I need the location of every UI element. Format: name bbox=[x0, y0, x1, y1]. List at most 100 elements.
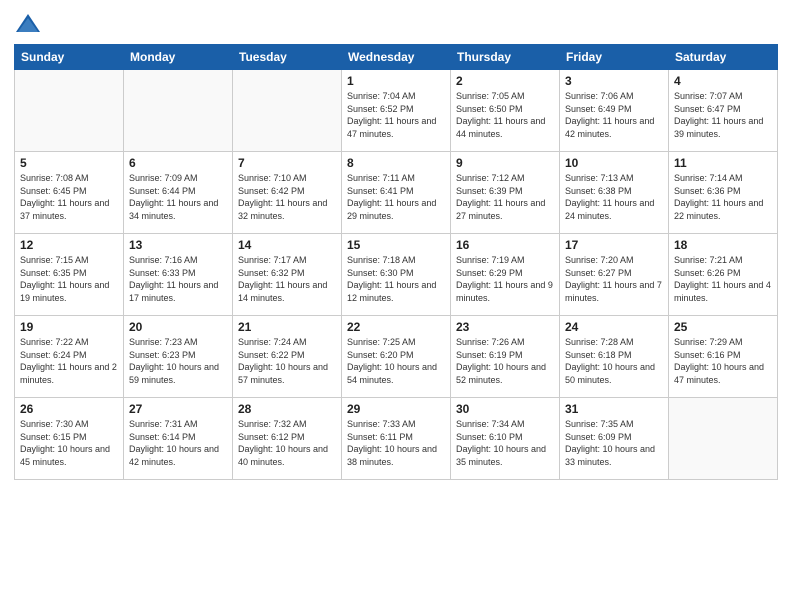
calendar-cell: 17Sunrise: 7:20 AM Sunset: 6:27 PM Dayli… bbox=[560, 234, 669, 316]
day-number: 14 bbox=[238, 238, 336, 252]
day-number: 23 bbox=[456, 320, 554, 334]
day-info: Sunrise: 7:33 AM Sunset: 6:11 PM Dayligh… bbox=[347, 418, 445, 468]
calendar-cell bbox=[124, 70, 233, 152]
calendar-cell: 24 Sunrise: 7:28 AM Sunset: 6:18 PM Dayli… bbox=[560, 316, 669, 398]
calendar-body: 1 Sunrise: 7:04 AM Sunset: 6:52 PM Daylig… bbox=[15, 70, 778, 480]
day-info: Sunrise: 7:10 AM Sunset: 6:42 PM Dayligh… bbox=[238, 172, 336, 222]
day-info: Sunrise: 7:28 AM Sunset: 6:18 PM Dayligh… bbox=[565, 336, 663, 386]
day-info: Sunrise: 7:09 AM Sunset: 6:44 PM Dayligh… bbox=[129, 172, 227, 222]
day-number: 1 bbox=[347, 74, 445, 88]
calendar-cell: 11 Sunrise: 7:14 AM Sunset: 6:36 PM Dayli… bbox=[669, 152, 778, 234]
day-number: 11 bbox=[674, 156, 772, 170]
calendar-cell bbox=[233, 70, 342, 152]
day-number: 5 bbox=[20, 156, 118, 170]
day-info: Sunrise: 7:23 AM Sunset: 6:23 PM Dayligh… bbox=[129, 336, 227, 386]
calendar-cell: 15Sunrise: 7:18 AM Sunset: 6:30 PM Dayli… bbox=[342, 234, 451, 316]
day-number: 24 bbox=[565, 320, 663, 334]
calendar-cell: 9Sunrise: 7:12 AM Sunset: 6:39 PM Daylig… bbox=[451, 152, 560, 234]
calendar-cell: 21 Sunrise: 7:24 AM Sunset: 6:22 PM Dayli… bbox=[233, 316, 342, 398]
day-number: 6 bbox=[129, 156, 227, 170]
day-info: Sunrise: 7:06 AM Sunset: 6:49 PM Dayligh… bbox=[565, 90, 663, 140]
calendar-cell: 30 Sunrise: 7:34 AM Sunset: 6:10 PM Dayli… bbox=[451, 398, 560, 480]
calendar-cell: 26 Sunrise: 7:30 AM Sunset: 6:15 PM Dayli… bbox=[15, 398, 124, 480]
day-info: Sunrise: 7:17 AM Sunset: 6:32 PM Dayligh… bbox=[238, 254, 336, 304]
week-row-2: 12 Sunrise: 7:15 AM Sunset: 6:35 PM Dayli… bbox=[15, 234, 778, 316]
day-info: Sunrise: 7:13 AM Sunset: 6:38 PM Dayligh… bbox=[565, 172, 663, 222]
day-info: Sunrise: 7:18 AM Sunset: 6:30 PM Dayligh… bbox=[347, 254, 445, 304]
calendar-cell: 10 Sunrise: 7:13 AM Sunset: 6:38 PM Dayli… bbox=[560, 152, 669, 234]
day-number: 12 bbox=[20, 238, 118, 252]
week-row-4: 26 Sunrise: 7:30 AM Sunset: 6:15 PM Dayli… bbox=[15, 398, 778, 480]
day-header-wednesday: Wednesday bbox=[342, 45, 451, 70]
calendar-cell: 22 Sunrise: 7:25 AM Sunset: 6:20 PM Dayli… bbox=[342, 316, 451, 398]
day-number: 10 bbox=[565, 156, 663, 170]
calendar-cell bbox=[15, 70, 124, 152]
day-info: Sunrise: 7:21 AM Sunset: 6:26 PM Dayligh… bbox=[674, 254, 772, 304]
week-row-0: 1 Sunrise: 7:04 AM Sunset: 6:52 PM Daylig… bbox=[15, 70, 778, 152]
calendar-cell: 19 Sunrise: 7:22 AM Sunset: 6:24 PM Dayli… bbox=[15, 316, 124, 398]
day-number: 21 bbox=[238, 320, 336, 334]
calendar-cell: 14 Sunrise: 7:17 AM Sunset: 6:32 PM Dayli… bbox=[233, 234, 342, 316]
calendar-cell: 16Sunrise: 7:19 AM Sunset: 6:29 PM Dayli… bbox=[451, 234, 560, 316]
day-number: 20 bbox=[129, 320, 227, 334]
calendar-cell: 31 Sunrise: 7:35 AM Sunset: 6:09 PM Dayli… bbox=[560, 398, 669, 480]
day-info: Sunrise: 7:26 AM Sunset: 6:19 PM Dayligh… bbox=[456, 336, 554, 386]
day-header-saturday: Saturday bbox=[669, 45, 778, 70]
calendar-cell: 27 Sunrise: 7:31 AM Sunset: 6:14 PM Dayli… bbox=[124, 398, 233, 480]
header bbox=[14, 10, 778, 38]
day-header-thursday: Thursday bbox=[451, 45, 560, 70]
day-number: 17 bbox=[565, 238, 663, 252]
day-info: Sunrise: 7:34 AM Sunset: 6:10 PM Dayligh… bbox=[456, 418, 554, 468]
day-number: 3 bbox=[565, 74, 663, 88]
calendar-cell: 25Sunrise: 7:29 AM Sunset: 6:16 PM Dayli… bbox=[669, 316, 778, 398]
day-header-sunday: Sunday bbox=[15, 45, 124, 70]
day-number: 30 bbox=[456, 402, 554, 416]
calendar-cell: 23 Sunrise: 7:26 AM Sunset: 6:19 PM Dayli… bbox=[451, 316, 560, 398]
day-info: Sunrise: 7:31 AM Sunset: 6:14 PM Dayligh… bbox=[129, 418, 227, 468]
day-number: 8 bbox=[347, 156, 445, 170]
day-number: 9 bbox=[456, 156, 554, 170]
calendar-cell: 2 Sunrise: 7:05 AM Sunset: 6:50 PM Daylig… bbox=[451, 70, 560, 152]
day-number: 26 bbox=[20, 402, 118, 416]
calendar-cell: 4Sunrise: 7:07 AM Sunset: 6:47 PM Daylig… bbox=[669, 70, 778, 152]
day-number: 2 bbox=[456, 74, 554, 88]
day-info: Sunrise: 7:05 AM Sunset: 6:50 PM Dayligh… bbox=[456, 90, 554, 140]
calendar-cell bbox=[669, 398, 778, 480]
calendar-header: SundayMondayTuesdayWednesdayThursdayFrid… bbox=[15, 45, 778, 70]
day-info: Sunrise: 7:14 AM Sunset: 6:36 PM Dayligh… bbox=[674, 172, 772, 222]
day-number: 28 bbox=[238, 402, 336, 416]
day-number: 4 bbox=[674, 74, 772, 88]
day-info: Sunrise: 7:15 AM Sunset: 6:35 PM Dayligh… bbox=[20, 254, 118, 304]
day-info: Sunrise: 7:04 AM Sunset: 6:52 PM Dayligh… bbox=[347, 90, 445, 140]
day-header-tuesday: Tuesday bbox=[233, 45, 342, 70]
day-number: 16 bbox=[456, 238, 554, 252]
day-info: Sunrise: 7:11 AM Sunset: 6:41 PM Dayligh… bbox=[347, 172, 445, 222]
calendar-cell: 18Sunrise: 7:21 AM Sunset: 6:26 PM Dayli… bbox=[669, 234, 778, 316]
day-info: Sunrise: 7:08 AM Sunset: 6:45 PM Dayligh… bbox=[20, 172, 118, 222]
day-info: Sunrise: 7:35 AM Sunset: 6:09 PM Dayligh… bbox=[565, 418, 663, 468]
calendar-cell: 7 Sunrise: 7:10 AM Sunset: 6:42 PM Daylig… bbox=[233, 152, 342, 234]
day-info: Sunrise: 7:16 AM Sunset: 6:33 PM Dayligh… bbox=[129, 254, 227, 304]
day-number: 7 bbox=[238, 156, 336, 170]
day-number: 22 bbox=[347, 320, 445, 334]
header-row: SundayMondayTuesdayWednesdayThursdayFrid… bbox=[15, 45, 778, 70]
calendar-cell: 29Sunrise: 7:33 AM Sunset: 6:11 PM Dayli… bbox=[342, 398, 451, 480]
calendar-cell: 6 Sunrise: 7:09 AM Sunset: 6:44 PM Daylig… bbox=[124, 152, 233, 234]
day-number: 31 bbox=[565, 402, 663, 416]
day-number: 13 bbox=[129, 238, 227, 252]
day-number: 27 bbox=[129, 402, 227, 416]
day-info: Sunrise: 7:22 AM Sunset: 6:24 PM Dayligh… bbox=[20, 336, 118, 386]
day-info: Sunrise: 7:24 AM Sunset: 6:22 PM Dayligh… bbox=[238, 336, 336, 386]
calendar-cell: 8 Sunrise: 7:11 AM Sunset: 6:41 PM Daylig… bbox=[342, 152, 451, 234]
calendar-cell: 20 Sunrise: 7:23 AM Sunset: 6:23 PM Dayli… bbox=[124, 316, 233, 398]
calendar-cell: 5 Sunrise: 7:08 AM Sunset: 6:45 PM Daylig… bbox=[15, 152, 124, 234]
calendar-cell: 1 Sunrise: 7:04 AM Sunset: 6:52 PM Daylig… bbox=[342, 70, 451, 152]
calendar-cell: 12 Sunrise: 7:15 AM Sunset: 6:35 PM Dayli… bbox=[15, 234, 124, 316]
day-info: Sunrise: 7:32 AM Sunset: 6:12 PM Dayligh… bbox=[238, 418, 336, 468]
calendar-cell: 3 Sunrise: 7:06 AM Sunset: 6:49 PM Daylig… bbox=[560, 70, 669, 152]
day-info: Sunrise: 7:30 AM Sunset: 6:15 PM Dayligh… bbox=[20, 418, 118, 468]
calendar-table: SundayMondayTuesdayWednesdayThursdayFrid… bbox=[14, 44, 778, 480]
day-info: Sunrise: 7:25 AM Sunset: 6:20 PM Dayligh… bbox=[347, 336, 445, 386]
day-info: Sunrise: 7:29 AM Sunset: 6:16 PM Dayligh… bbox=[674, 336, 772, 386]
day-number: 19 bbox=[20, 320, 118, 334]
